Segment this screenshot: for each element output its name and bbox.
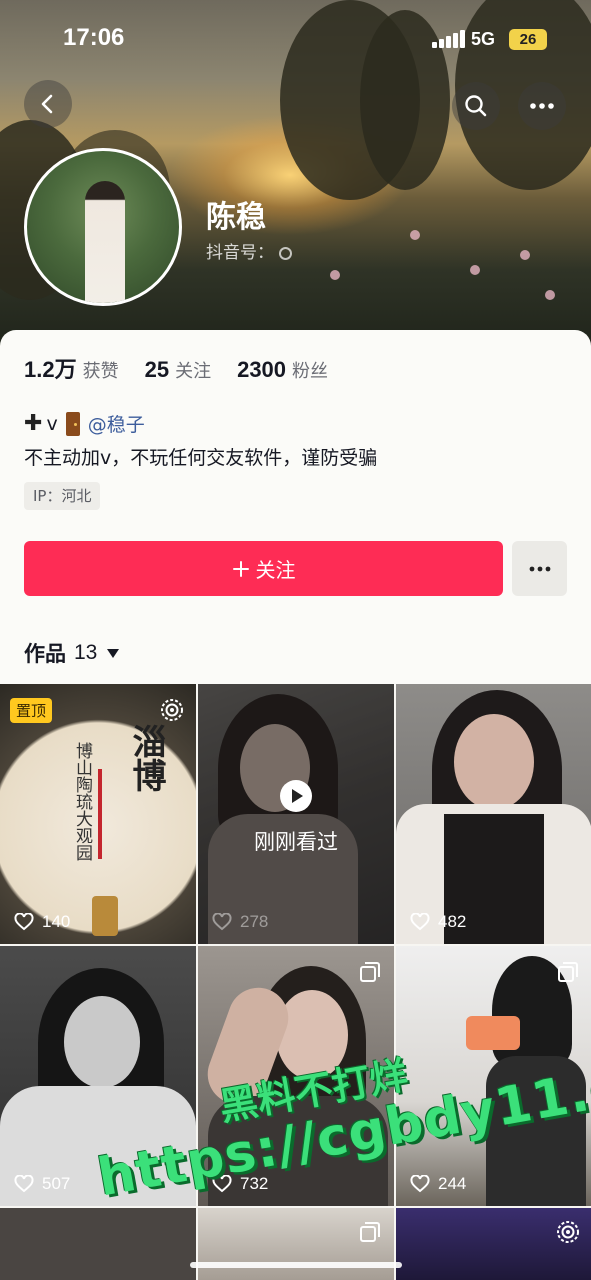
fan-handle: [92, 896, 118, 936]
face-shape: [64, 996, 140, 1088]
network-type: 5G: [471, 29, 496, 49]
face-shape: [454, 714, 534, 810]
door-emoji-icon: [65, 411, 80, 436]
status-bar: 17:06 5G 26: [0, 0, 591, 80]
plus-icon: [232, 560, 249, 577]
more-icon: [529, 566, 550, 571]
video-tile[interactable]: [0, 1208, 196, 1280]
signal-icon: [432, 30, 466, 48]
recently-viewed-label: 刚刚看过: [254, 830, 338, 854]
follow-label: 关注: [255, 558, 296, 582]
back-icon: [41, 94, 53, 114]
played-overlay: [198, 684, 394, 944]
plus-emoji-icon: ✚: [24, 411, 43, 436]
douyin-id[interactable]: 抖音号：: [206, 238, 293, 263]
following-count[interactable]: 25: [145, 357, 169, 383]
like-count: 140: [14, 912, 70, 932]
more-options-button[interactable]: [518, 82, 566, 130]
ip-location-tag: IP：河北: [24, 482, 101, 510]
bio-text: 不主动加v，不玩任何交友软件，谨防受骗: [24, 447, 378, 469]
douyin-id-label: 抖音号：: [206, 243, 274, 263]
live-icon: [161, 699, 183, 721]
following-label[interactable]: 关注: [175, 357, 211, 383]
more-actions-button[interactable]: [512, 541, 567, 596]
heart-icon: [14, 913, 34, 931]
status-time: 17:06: [63, 24, 125, 51]
followers-count[interactable]: 2300: [237, 357, 286, 383]
like-count-value: 482: [438, 912, 467, 931]
multi-image-icon: [360, 962, 380, 982]
chevron-down-icon: [107, 648, 120, 658]
video-tile[interactable]: 淄博 博山陶琉大观园 置顶 140: [0, 684, 196, 944]
search-button[interactable]: [452, 82, 500, 130]
poster-title: 淄博: [126, 724, 166, 792]
profile-card: [0, 330, 591, 690]
avatar-photo: [85, 181, 125, 303]
phone-shape: [466, 1016, 520, 1050]
play-icon: [280, 780, 312, 812]
video-tile[interactable]: 刚刚看过 278: [198, 684, 394, 944]
like-count-value: 278: [240, 912, 269, 931]
multi-image-icon: [360, 1222, 380, 1242]
works-tab-label: 作品: [24, 642, 66, 666]
red-banner: [98, 769, 102, 859]
heart-icon: [410, 913, 430, 931]
pinned-badge: 置顶: [10, 698, 53, 723]
like-count: 482: [410, 912, 466, 932]
works-count: 13: [74, 641, 98, 664]
heart-icon: [14, 1175, 34, 1193]
heart-icon: [212, 913, 232, 931]
like-count: 244: [410, 1174, 466, 1194]
likes-count: 1.2万: [24, 357, 77, 382]
battery-indicator: 26: [509, 29, 547, 50]
tab-works[interactable]: 作品 13: [24, 638, 120, 668]
video-tile[interactable]: [396, 1208, 591, 1280]
like-count: 507: [14, 1174, 70, 1194]
back-button[interactable]: [24, 80, 72, 128]
search-icon: [465, 95, 487, 117]
avatar[interactable]: [24, 148, 182, 306]
like-count-value: 244: [438, 1174, 467, 1193]
heart-icon: [410, 1175, 430, 1193]
like-count: 278: [212, 912, 268, 932]
likes-label: 获赞: [82, 361, 119, 382]
like-count-value: 507: [42, 1174, 71, 1193]
profile-stats: 1.2万 获赞 25 关注 2300 粉丝: [24, 352, 354, 384]
video-tile[interactable]: 482: [396, 684, 591, 944]
more-icon: [530, 103, 554, 109]
bio-contact-line: ✚ v @稳子: [24, 410, 145, 437]
bio-mention-link[interactable]: @稳子: [88, 410, 145, 437]
follow-button[interactable]: 关注: [24, 541, 503, 596]
home-indicator[interactable]: [190, 1262, 402, 1268]
like-count-value: 140: [42, 912, 71, 931]
video-tile[interactable]: [198, 1208, 394, 1280]
live-icon: [557, 1221, 579, 1243]
profile-name: 陈稳: [206, 200, 266, 235]
bio-prefix: v: [46, 412, 58, 435]
copy-id-icon: [279, 246, 293, 260]
multi-image-icon: [558, 962, 578, 982]
poster-subtitle: 博山陶琉大观园: [72, 742, 92, 861]
followers-label[interactable]: 粉丝: [292, 357, 328, 383]
